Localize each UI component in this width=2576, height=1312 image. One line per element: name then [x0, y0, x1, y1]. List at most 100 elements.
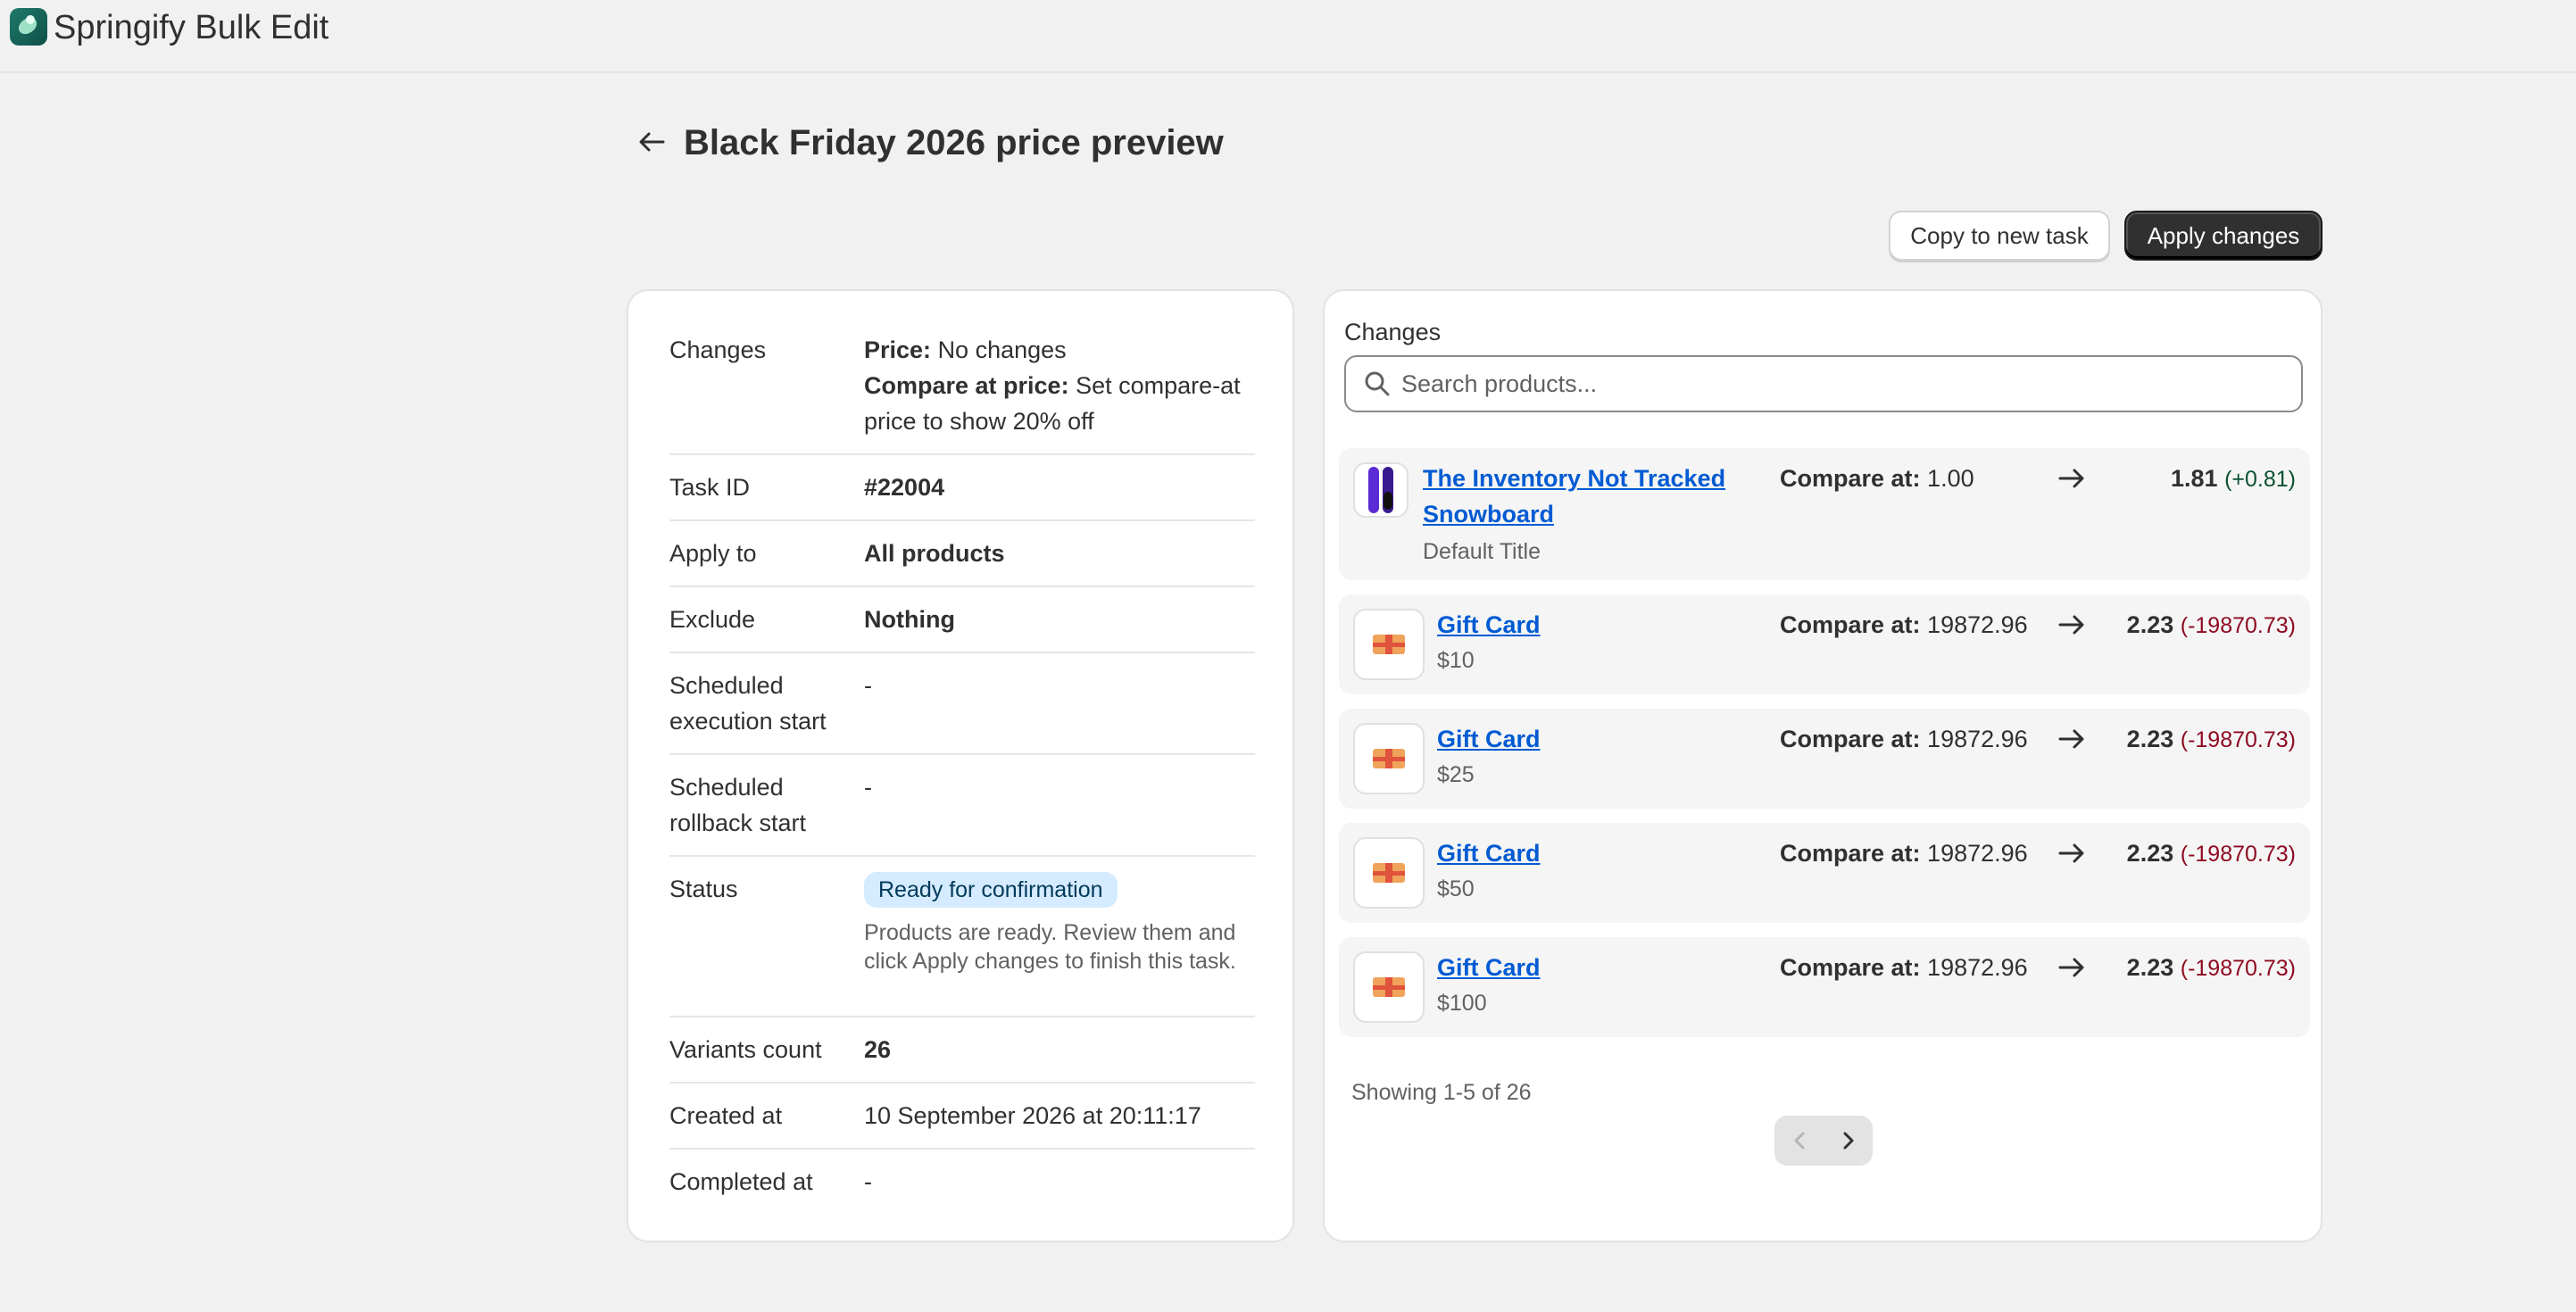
detail-row-apply-to: Apply to All products — [669, 519, 1255, 585]
compare-key: Compare at price: — [864, 372, 1069, 399]
delta-value: (-19870.73) — [2180, 956, 2296, 981]
new-compare-at: 2.23 (-19870.73) — [2127, 950, 2296, 986]
compare-at-value: 19872.96 — [1927, 954, 2028, 981]
detail-value-variants-count: 26 — [864, 1036, 892, 1063]
detail-row-scheduled-execution: Scheduled execution start - — [669, 652, 1255, 753]
detail-label: Exclude — [669, 606, 756, 633]
compare-prefix: Compare at: — [1780, 726, 1921, 752]
compare-change-line: Compare at price: Set compare-at price t… — [864, 368, 1257, 439]
changes-title: Changes — [1344, 319, 1442, 345]
detail-value-completed-at: - — [864, 1168, 872, 1195]
detail-row-scheduled-rollback: Scheduled rollback start - — [669, 753, 1255, 855]
compare-prefix: Compare at: — [1780, 465, 1921, 492]
arrow-left-icon — [639, 132, 665, 152]
detail-label: Status — [669, 876, 738, 902]
variant-title: $25 — [1437, 762, 1475, 787]
gift-card-icon — [1353, 951, 1425, 1023]
new-compare-at: 2.23 (-19870.73) — [2127, 607, 2296, 644]
apply-changes-button[interactable]: Apply changes — [2124, 211, 2323, 261]
task-details-card: Changes Price: No changes Compare at pri… — [627, 289, 1294, 1242]
delta-value: (+0.81) — [2224, 467, 2296, 492]
status-badge: Ready for confirmation — [864, 872, 1118, 908]
detail-value-apply-to: All products — [864, 540, 1005, 567]
delta-value: (-19870.73) — [2180, 727, 2296, 752]
new-value: 2.23 — [2126, 611, 2174, 638]
gift-card-icon — [1353, 723, 1425, 794]
pagination-summary: Showing 1-5 of 26 — [1351, 1080, 1532, 1105]
product-title-link[interactable]: Gift Card — [1437, 721, 1541, 757]
previous-page-button[interactable] — [1774, 1116, 1824, 1166]
new-value: 2.23 — [2126, 954, 2174, 981]
arrow-right-icon — [2058, 835, 2085, 871]
copy-to-new-task-button[interactable]: Copy to new task — [1889, 211, 2110, 261]
variant-title: $10 — [1437, 648, 1475, 673]
new-value: 1.81 — [2171, 465, 2218, 492]
price-change-line: Price: No changes — [864, 332, 1257, 368]
price-key: Price: — [864, 336, 932, 363]
compare-prefix: Compare at: — [1780, 611, 1921, 638]
search-icon — [1365, 371, 1390, 396]
detail-value-task-id: #22004 — [864, 474, 945, 501]
detail-row-exclude: Exclude Nothing — [669, 585, 1255, 652]
changes-card: Changes The Inventory Not Tracked Snowbo… — [1323, 289, 2323, 1242]
detail-value-scheduled-rollback: - — [864, 774, 872, 801]
detail-value-scheduled-execution: - — [864, 672, 872, 699]
arrow-right-icon — [2058, 461, 2085, 496]
compare-at-value: 1.00 — [1927, 465, 1974, 492]
search-field[interactable] — [1344, 355, 2303, 412]
gift-card-icon — [1353, 837, 1425, 909]
detail-value-created-at: 10 September 2026 at 20:11:17 — [864, 1102, 1201, 1129]
detail-row-completed-at: Completed at - — [669, 1148, 1255, 1214]
detail-row-created-at: Created at 10 September 2026 at 20:11:17 — [669, 1082, 1255, 1148]
product-title-link[interactable]: Gift Card — [1437, 950, 1541, 985]
new-compare-at: 1.81 (+0.81) — [2171, 461, 2296, 497]
next-page-button[interactable] — [1824, 1116, 1873, 1166]
gift-card-icon — [1353, 609, 1425, 680]
product-row: Gift Card $25 Compare at: 19872.96 2.23 … — [1339, 709, 2310, 809]
chevron-right-icon — [1843, 1132, 1853, 1150]
chevron-left-icon — [1794, 1132, 1804, 1150]
product-title-link[interactable]: The Inventory Not Tracked Snowboard — [1423, 461, 1780, 532]
product-row: Gift Card $50 Compare at: 19872.96 2.23 … — [1339, 823, 2310, 923]
detail-row-status: Status Ready for confirmation Products a… — [669, 855, 1255, 1016]
arrow-right-icon — [2058, 607, 2085, 643]
detail-label: Scheduled rollback start — [669, 774, 807, 836]
variant-title: $100 — [1437, 991, 1487, 1016]
page-title: Black Friday 2026 price preview — [684, 123, 1224, 162]
product-title-link[interactable]: Gift Card — [1437, 835, 1541, 871]
gift-card-image — [1373, 863, 1405, 883]
compare-at-old: Compare at: 19872.96 — [1780, 835, 2028, 871]
app-logo-icon — [10, 8, 47, 46]
compare-at-value: 19872.96 — [1927, 840, 2028, 867]
search-input[interactable] — [1401, 362, 2285, 405]
compare-at-old: Compare at: 19872.96 — [1780, 607, 2028, 643]
compare-at-old: Compare at: 19872.96 — [1780, 950, 2028, 985]
new-value: 2.23 — [2126, 840, 2174, 867]
top-bar: Springify Bulk Edit — [0, 0, 2576, 73]
new-compare-at: 2.23 (-19870.73) — [2127, 835, 2296, 872]
compare-prefix: Compare at: — [1780, 840, 1921, 867]
variant-title: Default Title — [1423, 539, 1541, 564]
detail-value-exclude: Nothing — [864, 606, 955, 633]
arrow-right-icon — [2058, 721, 2085, 757]
compare-prefix: Compare at: — [1780, 954, 1921, 981]
back-button[interactable] — [628, 123, 675, 161]
new-compare-at: 2.23 (-19870.73) — [2127, 721, 2296, 758]
product-title-link[interactable]: Gift Card — [1437, 607, 1541, 643]
detail-value-status: Ready for confirmation Products are read… — [864, 871, 1257, 976]
detail-label: Task ID — [669, 474, 751, 501]
price-value: No changes — [937, 336, 1067, 363]
pagination — [1774, 1116, 1873, 1166]
arrow-right-icon — [2058, 950, 2085, 985]
detail-label: Scheduled execution start — [669, 672, 827, 735]
detail-row-task-id: Task ID #22004 — [669, 453, 1255, 519]
snowboard-image — [1368, 467, 1393, 513]
status-note: Products are ready. Review them and clic… — [864, 920, 1236, 974]
detail-row-variants-count: Variants count 26 — [669, 1016, 1255, 1082]
delta-value: (-19870.73) — [2180, 842, 2296, 867]
compare-at-old: Compare at: 1.00 — [1780, 461, 1974, 496]
detail-label: Completed at — [669, 1168, 813, 1195]
snowboard-icon — [1353, 462, 1408, 518]
product-row: The Inventory Not Tracked Snowboard Defa… — [1339, 448, 2310, 580]
compare-at-old: Compare at: 19872.96 — [1780, 721, 2028, 757]
